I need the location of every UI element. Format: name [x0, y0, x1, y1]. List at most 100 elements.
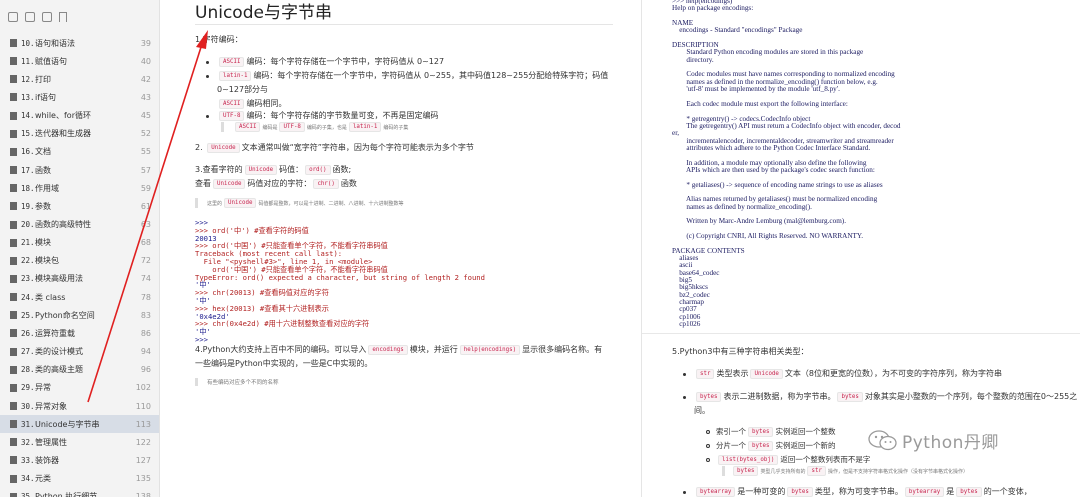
toc-item-number: 15.: [21, 129, 35, 139]
thumbnails-icon[interactable]: [8, 12, 18, 22]
bullet-dot: [206, 61, 209, 64]
toc-item[interactable]: 12. 打印 42: [0, 70, 159, 88]
toc-sidebar: 10. 语句和语法 39 11. 赋值语句 40 12. 打印 42 13. if语句 43 14. wh…: [0, 0, 160, 497]
toc-item[interactable]: 33. 装饰器 127: [0, 451, 159, 469]
title-divider: [195, 24, 613, 25]
toc-item[interactable]: 23. 模块高级用法 74: [0, 270, 159, 288]
toc-item[interactable]: 27. 类的设计模式 94: [0, 343, 159, 361]
toc-item[interactable]: 35. Python 执行细节 138: [0, 488, 159, 497]
toc-item[interactable]: 13. if语句 43: [0, 88, 159, 106]
sub-bullet: [706, 430, 710, 434]
toc-item-label: 模块包: [35, 256, 59, 266]
toc-item[interactable]: 11. 赋值语句 40: [0, 52, 159, 70]
bullet-text: 表示二进制数据，称为字节串。: [723, 392, 836, 401]
page-icon: [10, 93, 17, 102]
code-chip: latin-1: [219, 71, 252, 81]
toc-item-page: 55: [140, 147, 151, 157]
section-text: 查看: [195, 179, 211, 188]
toc-item[interactable]: 10. 语句和语法 39: [0, 34, 159, 52]
toc-item-number: 24.: [21, 292, 35, 302]
toc-item[interactable]: 25. Python命名空间 83: [0, 306, 159, 324]
toc-item-number: 27.: [21, 347, 35, 357]
help-line: Written by Marc-Andre Lemburg (mal@lembu…: [672, 217, 846, 226]
page-icon: [10, 420, 17, 429]
toc-item[interactable]: 14. while、for循环 45: [0, 107, 159, 125]
toc-item-page: 113: [135, 419, 151, 429]
page-title: Unicode与字节串: [195, 3, 332, 23]
sub-bullet: [706, 458, 710, 462]
toc-item[interactable]: 20. 函数的高级特性 63: [0, 216, 159, 234]
code-chip: bytes: [696, 392, 722, 402]
list-icon[interactable]: [42, 12, 52, 22]
toc-item[interactable]: 15. 迭代器和生成器 52: [0, 125, 159, 143]
section-text: 4.Python大约支持上百中不同的编码。可以导入: [195, 345, 367, 354]
page-icon: [10, 402, 17, 410]
toc-item-label: 作用域: [35, 183, 59, 193]
section-number: 2.: [195, 143, 203, 152]
toc-item[interactable]: 18. 作用域 59: [0, 179, 159, 197]
toc-item[interactable]: 21. 模块 68: [0, 234, 159, 252]
toc-item-number: 10.: [21, 38, 35, 48]
toc-item-label: Unicode与字节串: [35, 419, 100, 429]
section-text: 模块，并运行: [409, 345, 458, 354]
code-chip: Unicode: [224, 198, 257, 208]
toc-item-number: 28.: [21, 365, 35, 375]
toc-item-page: 40: [140, 56, 151, 66]
toc-item[interactable]: 16. 文档 55: [0, 143, 159, 161]
section-text: 文本通常叫做“宽字符”字符串，因为每个字符可能表示为多个字节: [241, 143, 474, 152]
code-chip: chr(): [313, 179, 339, 189]
toc-item-label: 异常: [35, 383, 51, 393]
section-text: 码值对应的字符：: [247, 179, 312, 188]
code-chip: bytes: [748, 427, 774, 437]
code-line: >>> hex(20013) #查看其十六进制表示: [195, 303, 329, 313]
toc-item[interactable]: 24. 类 class 78: [0, 288, 159, 306]
help-line: The getregentry() API must return a Code…: [672, 121, 901, 130]
toc-item-label: if语句: [35, 92, 57, 102]
toc-item[interactable]: 19. 参数 61: [0, 197, 159, 215]
code-line: >>>: [195, 334, 208, 344]
bullet-text: 的一个变体，: [983, 487, 1032, 496]
toc-item-number: 11.: [21, 56, 35, 66]
help-line: [672, 13, 901, 20]
section-3-line1: 3.查看字符的 Unicode 码值： ord() 函数;: [195, 164, 351, 175]
note-aliases: 有些编码对应多个不同的名称: [195, 378, 615, 386]
page-icon: [10, 383, 17, 392]
toc-item-page: 135: [135, 474, 151, 484]
help-line: base64_codec: [672, 268, 720, 277]
bookmark-icon[interactable]: [59, 12, 67, 22]
sub-item-index: 索引一个 bytes 实例返回一个整数: [716, 426, 835, 437]
code-chip: ord(): [305, 165, 331, 175]
toc-item-page: 68: [140, 238, 151, 248]
toc-item-page: 72: [140, 256, 151, 266]
code-chip: bytearray: [696, 487, 736, 497]
outline-icon[interactable]: [25, 12, 35, 22]
bullet-ascii: ASCII 编码：每个字符存储在一个字节中，字符码值从 0~127: [217, 56, 444, 67]
toc-item[interactable]: 28. 类的高级主题 96: [0, 361, 159, 379]
toc-item-page: 96: [140, 365, 151, 375]
toc-item[interactable]: 31. Unicode与字节串 113: [0, 415, 159, 434]
toc-item[interactable]: 22. 模块包 72: [0, 252, 159, 270]
code-line: '中': [195, 327, 211, 337]
toc-item-page: 78: [140, 292, 151, 302]
toc-item-page: 57: [140, 165, 151, 175]
toc-item-number: 29.: [21, 383, 35, 393]
bullet-text: 对象其实是小整数的一个序列，每个整数的范围在0～255之: [864, 392, 1078, 401]
toc-item[interactable]: 29. 异常 102: [0, 379, 159, 397]
toc-item-number: 17.: [21, 165, 35, 175]
toc-item[interactable]: 34. 元类 135: [0, 470, 159, 488]
code-line: >>> ord('中') #查看字符的码值: [195, 225, 309, 235]
toc-item[interactable]: 17. 函数 57: [0, 161, 159, 179]
help-line: * getaliases() -> sequence of encoding n…: [672, 180, 883, 189]
toc-item-number: 21.: [21, 238, 35, 248]
toc-item[interactable]: 32. 管理属性 122: [0, 433, 159, 451]
toc-item-page: 61: [140, 201, 151, 211]
toc-item-number: 20.: [21, 220, 35, 229]
toc-item[interactable]: 26. 运算符重载 86: [0, 324, 159, 342]
code-chip: help(encodings): [459, 345, 521, 355]
toc-item[interactable]: 30. 异常对象 110: [0, 397, 159, 415]
section-3-line2: 查看 Unicode 码值对应的字符： chr() 函数: [195, 178, 357, 189]
bullet-text: 文本（8位和更宽的位数），为不可变的字符序列，称为字符串: [784, 369, 1003, 378]
section-4-line1: 4.Python大约支持上百中不同的编码。可以导入 encodings 模块，并运行…: [195, 344, 602, 355]
help-line: directory.: [672, 55, 714, 64]
toc-item-number: 31.: [21, 419, 35, 429]
